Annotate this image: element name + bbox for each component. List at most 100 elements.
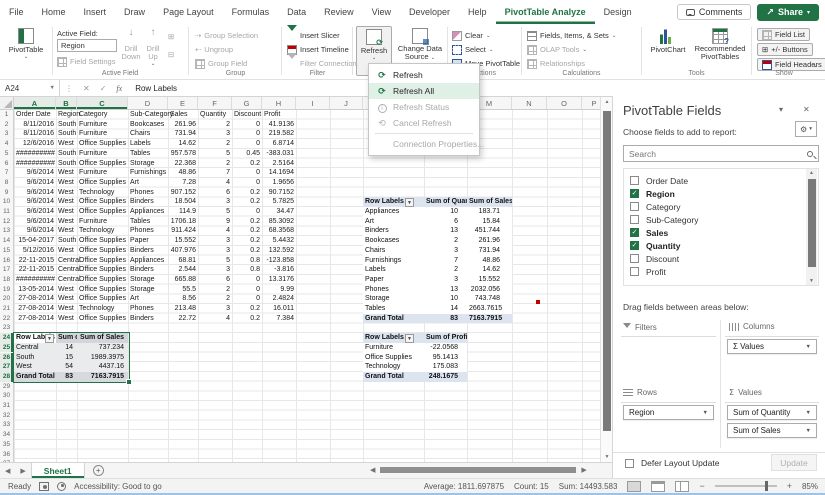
cell-E6[interactable]: 22.368 bbox=[168, 159, 198, 169]
page-layout-view-button[interactable] bbox=[651, 480, 666, 492]
cell-H16[interactable]: -123.858 bbox=[262, 256, 296, 266]
row-header-5[interactable]: 5 bbox=[0, 149, 13, 159]
pivot-subcategory-cell[interactable]: Furnishings bbox=[363, 256, 424, 266]
pivotchart-button[interactable]: PivotChart bbox=[646, 26, 690, 76]
cell-E22[interactable]: 22.72 bbox=[168, 314, 198, 324]
cell-G12[interactable]: 0.2 bbox=[232, 217, 262, 227]
cell-D11[interactable]: Appliances bbox=[128, 207, 168, 217]
olap-tools-button[interactable]: OLAP Tools ⌄ bbox=[527, 43, 587, 56]
pivot-subcategory-cell[interactable]: Row Labels bbox=[363, 197, 424, 207]
dropdown-icon[interactable]: ▼ bbox=[806, 428, 811, 434]
cancel-icon[interactable]: ✕ bbox=[78, 84, 95, 93]
cell-F20[interactable]: 2 bbox=[198, 294, 232, 304]
row-header-26[interactable]: 26 bbox=[0, 352, 13, 363]
cell-B20[interactable]: West bbox=[56, 294, 77, 304]
pivot-profit-cell[interactable]: 95.1413 bbox=[424, 353, 467, 363]
cell-F14[interactable]: 3 bbox=[198, 236, 232, 246]
cell-E2[interactable]: 261.96 bbox=[168, 120, 198, 130]
pivot-subcategory-cell[interactable]: 14 bbox=[424, 304, 467, 314]
cell-B21[interactable]: West bbox=[56, 304, 77, 314]
cell-A1[interactable]: Order Date bbox=[14, 110, 56, 120]
field-item-sub-category[interactable]: Sub-Category bbox=[630, 213, 698, 226]
cell-B14[interactable]: South bbox=[56, 236, 77, 246]
cell-B15[interactable]: West bbox=[56, 246, 77, 256]
tab-page-layout[interactable]: Page Layout bbox=[154, 0, 223, 24]
cell-F18[interactable]: 6 bbox=[198, 275, 232, 285]
field-checkbox[interactable] bbox=[630, 202, 639, 211]
active-field-input[interactable]: Region bbox=[57, 39, 117, 52]
drill-down-button[interactable]: ↓ Drill Down bbox=[120, 26, 142, 76]
area-item-sum-of-sales[interactable]: Sum of Sales ▼ bbox=[727, 423, 817, 438]
values-area[interactable]: Sum of Quantity ▼ Sum of Sales ▼ bbox=[725, 402, 819, 448]
pivot-profit-cell[interactable]: 248.1675 bbox=[424, 372, 467, 382]
cell-F16[interactable]: 5 bbox=[198, 256, 232, 266]
pivot-subcategory-cell[interactable]: 10 bbox=[424, 207, 467, 217]
pivot-subcategory-cell[interactable]: 2663.7615 bbox=[467, 304, 512, 314]
pivot-subcategory-cell[interactable]: Paper bbox=[363, 275, 424, 285]
row-header-23[interactable]: 23 bbox=[0, 323, 13, 333]
row-header-21[interactable]: 21 bbox=[0, 304, 13, 314]
relationships-button[interactable]: Relationships bbox=[527, 57, 585, 70]
pivot-region-cell[interactable]: 7163.7915 bbox=[77, 372, 128, 382]
cell-B2[interactable]: South bbox=[56, 120, 77, 130]
cell-A19[interactable]: 13-05-2014 bbox=[14, 285, 56, 295]
cell-D2[interactable]: Bookcases bbox=[128, 120, 168, 130]
zoom-out-button[interactable]: − bbox=[699, 481, 704, 491]
pivot-profit-cell[interactable]: Row Labels bbox=[363, 333, 424, 343]
formula-bar-splitter[interactable]: ⋮ bbox=[60, 84, 78, 93]
cell-H11[interactable]: 34.47 bbox=[262, 207, 296, 217]
row-header-2[interactable]: 2 bbox=[0, 120, 13, 130]
cell-H2[interactable]: 41.9136 bbox=[262, 120, 296, 130]
cell-H20[interactable]: 2.4824 bbox=[262, 294, 296, 304]
cell-G2[interactable]: 0 bbox=[232, 120, 262, 130]
cell-C12[interactable]: Furniture bbox=[77, 217, 128, 227]
cell-D13[interactable]: Phones bbox=[128, 226, 168, 236]
menu-item-cancel-refresh[interactable]: ⟲ Cancel Refresh bbox=[369, 115, 479, 131]
insert-slicer-button[interactable]: Insert Slicer bbox=[287, 24, 340, 45]
cell-H8[interactable]: 1.9656 bbox=[262, 178, 296, 188]
pivot-subcategory-cell[interactable]: 10 bbox=[424, 294, 467, 304]
field-list-toggle[interactable]: Field List bbox=[757, 28, 811, 41]
row-header-11[interactable]: 11 bbox=[0, 207, 13, 217]
pivot-subcategory-cell[interactable]: Phones bbox=[363, 285, 424, 295]
dropdown-icon[interactable]: ▼ bbox=[703, 410, 708, 416]
cell-D17[interactable]: Binders bbox=[128, 265, 168, 275]
column-header-G[interactable]: G bbox=[232, 97, 262, 109]
cell-B22[interactable]: West bbox=[56, 314, 77, 324]
cell-G21[interactable]: 0.2 bbox=[232, 304, 262, 314]
pivot-subcategory-cell[interactable]: Labels bbox=[363, 265, 424, 275]
cell-H3[interactable]: 219.582 bbox=[262, 129, 296, 139]
new-sheet-button[interactable]: + bbox=[92, 465, 104, 476]
pivot-subcategory-cell[interactable]: 14.62 bbox=[467, 265, 512, 275]
pivot-region-cell[interactable]: 14 bbox=[56, 343, 77, 353]
row-header-33[interactable]: 33 bbox=[0, 420, 13, 430]
insert-function-icon[interactable]: fx bbox=[111, 84, 127, 93]
pivot-subcategory-cell[interactable]: Sum of Sales bbox=[467, 197, 512, 207]
cell-A7[interactable]: 9/6/2014 bbox=[14, 168, 56, 178]
collapse-field-button[interactable]: ⊟ bbox=[168, 48, 174, 61]
cell-D6[interactable]: Storage bbox=[128, 159, 168, 169]
row-header-36[interactable]: 36 bbox=[0, 450, 13, 460]
row-header-31[interactable]: 31 bbox=[0, 401, 13, 411]
normal-view-button[interactable] bbox=[627, 480, 642, 492]
row-header-25[interactable]: 25 bbox=[0, 342, 13, 353]
cell-E13[interactable]: 911.424 bbox=[168, 226, 198, 236]
cell-E16[interactable]: 68.81 bbox=[168, 256, 198, 266]
pivot-subcategory-cell[interactable]: Tables bbox=[363, 304, 424, 314]
cell-F13[interactable]: 4 bbox=[198, 226, 232, 236]
clear-button[interactable]: Clear ⌄ bbox=[452, 29, 491, 42]
select-all-corner[interactable] bbox=[0, 97, 14, 109]
cell-B3[interactable]: South bbox=[56, 129, 77, 139]
share-button[interactable]: ↗ Share ▾ bbox=[757, 3, 819, 21]
pivot-subcategory-cell[interactable]: 2032.056 bbox=[467, 285, 512, 295]
tools-gear-button[interactable]: ⚙ ▾ bbox=[795, 121, 817, 137]
cell-C19[interactable]: Office Supplies bbox=[77, 285, 128, 295]
cell-E17[interactable]: 2.544 bbox=[168, 265, 198, 275]
field-item-sales[interactable]: ✓ Sales bbox=[630, 226, 668, 239]
filter-dropdown-icon[interactable]: ▼ bbox=[45, 333, 54, 343]
hscroll-right-icon[interactable]: ▶ bbox=[579, 466, 588, 474]
cell-B19[interactable]: West bbox=[56, 285, 77, 295]
row-header-17[interactable]: 17 bbox=[0, 265, 13, 275]
cell-A8[interactable]: 9/6/2014 bbox=[14, 178, 56, 188]
menu-item-refresh[interactable]: ⟳ Refresh bbox=[369, 67, 479, 83]
